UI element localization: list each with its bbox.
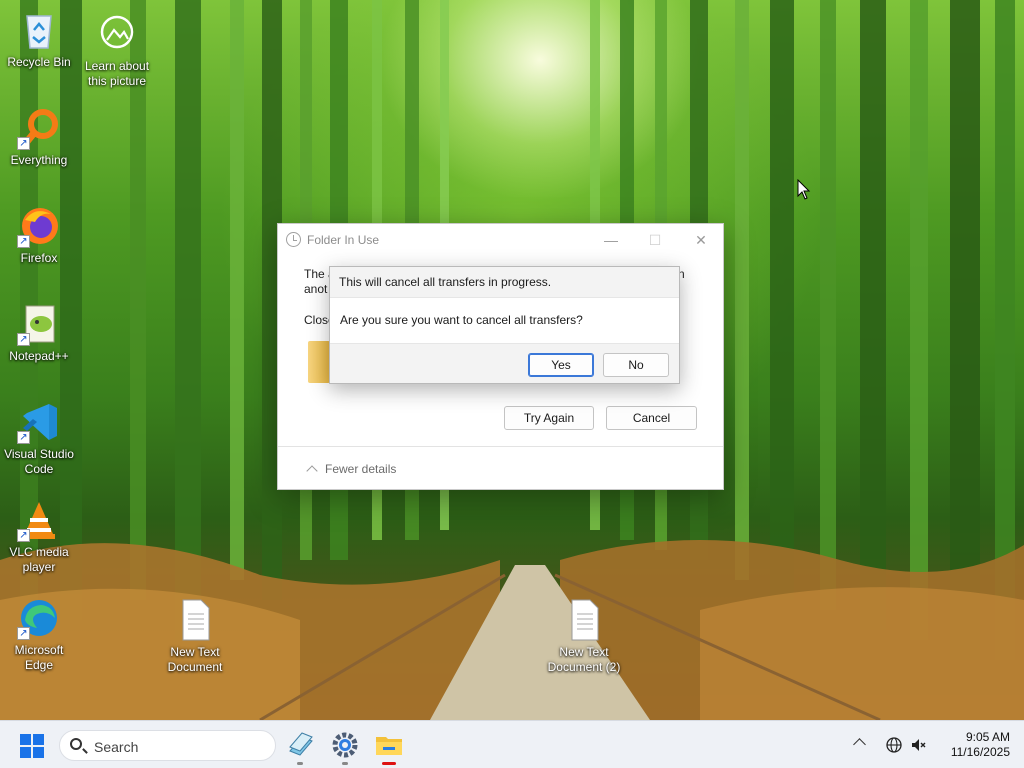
folder-icon bbox=[308, 341, 330, 383]
stacked-files-icon bbox=[289, 732, 313, 756]
text-document-icon bbox=[173, 598, 217, 642]
recycle-bin-icon bbox=[17, 8, 61, 52]
taskbar: Search 9:05 AM 11/16/2025 bbox=[0, 720, 1024, 768]
chevron-up-icon bbox=[306, 465, 318, 477]
desktop-icon-recycle-bin[interactable]: Recycle Bin bbox=[0, 8, 78, 70]
fewer-details-toggle[interactable]: Fewer details bbox=[306, 462, 397, 477]
desktop-icon-label: Recycle Bin bbox=[7, 55, 71, 69]
clock-time: 9:05 AM bbox=[965, 730, 1010, 744]
search-label: Search bbox=[94, 739, 139, 755]
taskbar-search-box[interactable]: Search bbox=[59, 730, 276, 761]
show-hidden-icons-chevron-icon[interactable] bbox=[853, 738, 866, 751]
desktop-icon-label: Microsoft Edge bbox=[14, 643, 64, 672]
notepad-plus-plus-icon: ↗ bbox=[17, 302, 61, 346]
message-line-2: anot bbox=[304, 282, 328, 296]
desktop-icon-new-text-document[interactable]: New Text Document bbox=[156, 598, 234, 675]
dialog-question: Are you sure you want to cancel all tran… bbox=[340, 313, 583, 327]
window-title-bar[interactable]: Folder In Use — ☐ ✕ bbox=[278, 224, 723, 256]
clock-icon bbox=[286, 232, 301, 247]
maximize-button[interactable]: ☐ bbox=[640, 230, 670, 250]
close-window-button[interactable]: ✕ bbox=[686, 230, 716, 250]
window-title: Folder In Use bbox=[307, 233, 380, 247]
desktop-icon-label: New Text Document (2) bbox=[547, 645, 621, 674]
taskbar-app-stacked-files[interactable] bbox=[284, 729, 316, 765]
firefox-icon: ↗ bbox=[17, 204, 61, 248]
yes-button[interactable]: Yes bbox=[528, 353, 594, 377]
desktop-icon-vlc[interactable]: ↗ VLC media player bbox=[0, 498, 78, 575]
text-document-icon bbox=[562, 598, 606, 642]
mouse-cursor-icon bbox=[797, 179, 811, 200]
dialog-footer: Yes No bbox=[330, 343, 679, 383]
shortcut-arrow-icon: ↗ bbox=[17, 235, 30, 248]
desktop-icon-everything[interactable]: ↗ Everything bbox=[0, 106, 78, 168]
dialog-heading: This will cancel all transfers in progre… bbox=[330, 267, 679, 298]
desktop-icon-label: New Text Document bbox=[167, 645, 223, 674]
no-button[interactable]: No bbox=[603, 353, 669, 377]
desktop-icon-firefox[interactable]: ↗ Firefox bbox=[0, 204, 78, 266]
desktop-icon-label: VLC media player bbox=[9, 545, 69, 574]
desktop-icon-label: Visual Studio Code bbox=[4, 447, 74, 476]
taskbar-app-settings[interactable] bbox=[329, 729, 361, 765]
search-icon bbox=[70, 738, 82, 750]
desktop-icon-label: Everything bbox=[10, 153, 68, 167]
fewer-details-label: Fewer details bbox=[325, 462, 397, 476]
cancel-transfers-dialog: This will cancel all transfers in progre… bbox=[329, 266, 680, 384]
desktop-icon-new-text-document-2[interactable]: New Text Document (2) bbox=[545, 598, 623, 675]
desktop-icon-label: Learn about this picture bbox=[84, 59, 150, 88]
vscode-icon: ↗ bbox=[17, 400, 61, 444]
try-again-button[interactable]: Try Again bbox=[504, 406, 594, 430]
shortcut-arrow-icon: ↗ bbox=[17, 333, 30, 346]
file-explorer-icon bbox=[376, 737, 402, 755]
desktop-icon-notepad-plus-plus[interactable]: ↗ Notepad++ bbox=[0, 302, 78, 364]
desktop-icon-learn-about-picture[interactable]: Learn about this picture bbox=[78, 12, 156, 89]
vlc-icon: ↗ bbox=[17, 498, 61, 542]
shortcut-arrow-icon: ↗ bbox=[17, 627, 30, 640]
desktop-icon-vscode[interactable]: ↗ Visual Studio Code bbox=[0, 400, 78, 477]
volume-muted-icon[interactable] bbox=[910, 736, 928, 754]
taskbar-app-file-explorer[interactable] bbox=[373, 729, 405, 765]
edge-icon: ↗ bbox=[17, 596, 61, 640]
desktop-icon-edge[interactable]: ↗ Microsoft Edge bbox=[0, 596, 78, 673]
shortcut-arrow-icon: ↗ bbox=[17, 431, 30, 444]
clock-date: 11/16/2025 bbox=[950, 745, 1010, 759]
shortcut-arrow-icon: ↗ bbox=[17, 137, 30, 150]
camera-info-icon bbox=[95, 12, 139, 56]
divider bbox=[278, 446, 723, 447]
minimize-button[interactable]: — bbox=[596, 230, 626, 250]
running-indicator bbox=[297, 762, 303, 765]
running-indicator bbox=[342, 762, 348, 765]
cancel-button[interactable]: Cancel bbox=[606, 406, 697, 430]
desktop-icon-label: Firefox bbox=[20, 251, 58, 265]
desktop-icon-label: Notepad++ bbox=[9, 349, 69, 363]
network-globe-icon[interactable] bbox=[885, 736, 903, 754]
taskbar-clock[interactable]: 9:05 AM 11/16/2025 bbox=[938, 730, 1010, 760]
shortcut-arrow-icon: ↗ bbox=[17, 529, 30, 542]
windows-start-icon[interactable] bbox=[20, 734, 44, 758]
everything-search-icon: ↗ bbox=[17, 106, 61, 150]
active-app-indicator bbox=[382, 762, 396, 765]
settings-gear-icon bbox=[332, 732, 358, 758]
